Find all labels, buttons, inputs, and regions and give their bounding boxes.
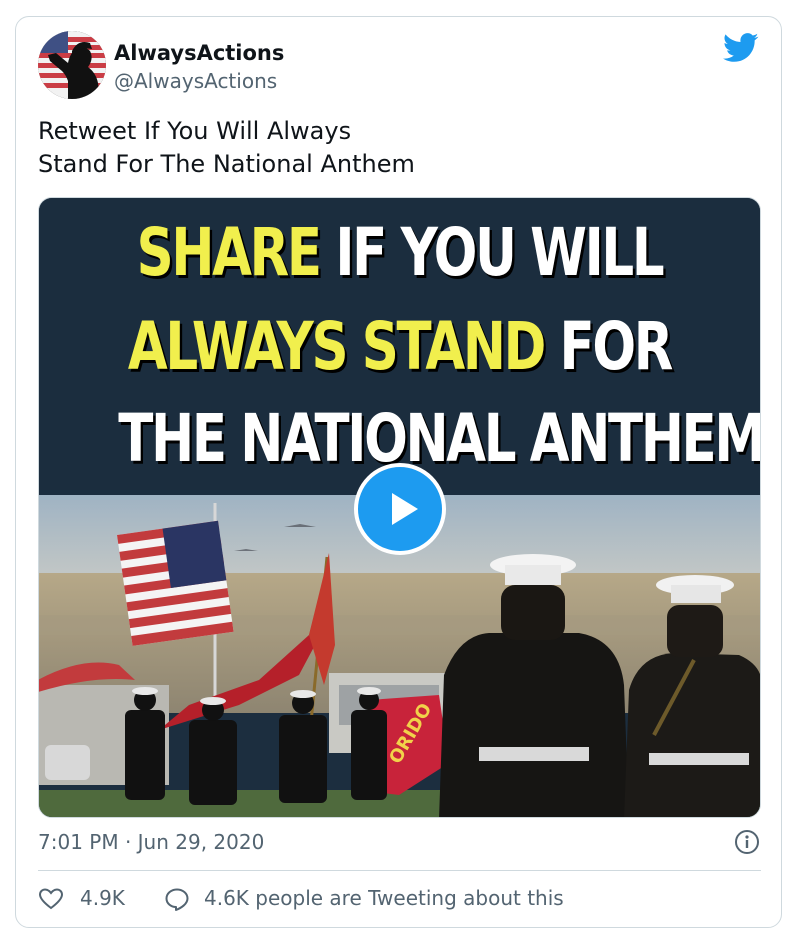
- conversation-action[interactable]: 4.6K people are Tweeting about this: [164, 886, 604, 912]
- headline-highlight: SHARE: [136, 214, 322, 291]
- headline-line-1: SHARE IF YOU WILL: [118, 214, 680, 291]
- video-headline-banner: SHARE IF YOU WILL ALWAYS STAND FOR THE N…: [39, 198, 760, 495]
- heart-icon: [38, 888, 64, 910]
- video-player[interactable]: SHARE IF YOU WILL ALWAYS STAND FOR THE N…: [38, 197, 761, 818]
- info-icon[interactable]: [734, 829, 760, 855]
- headline-line-2: ALWAYS STAND FOR: [118, 308, 680, 385]
- avatar-image: [38, 31, 106, 99]
- divider: [38, 870, 761, 871]
- tweet-timestamp[interactable]: 7:01 PM · Jun 29, 2020: [38, 830, 264, 854]
- tweet-card: AlwaysActions @AlwaysActions Retweet If …: [15, 16, 782, 928]
- tweet-text-line: Retweet If You Will Always: [38, 117, 352, 145]
- play-icon: [392, 493, 418, 525]
- avatar[interactable]: [38, 31, 106, 99]
- author-name[interactable]: AlwaysActions: [114, 41, 284, 65]
- author-handle[interactable]: @AlwaysActions: [114, 69, 277, 93]
- like-count: 4.9K: [80, 886, 125, 910]
- tweet-text-line: Stand For The National Anthem: [38, 150, 415, 178]
- speech-bubble-icon: [165, 888, 189, 911]
- like-action[interactable]: 4.9K: [38, 886, 148, 912]
- headline-highlight: ALWAYS STAND: [127, 308, 546, 385]
- tweet-text: Retweet If You Will Always Stand For The…: [38, 115, 738, 181]
- conversation-text: 4.6K people are Tweeting about this: [204, 886, 564, 910]
- twitter-bird-icon[interactable]: [723, 33, 759, 63]
- headline-text: FOR: [543, 308, 674, 385]
- play-button[interactable]: [354, 463, 446, 555]
- headline-text: IF YOU WILL: [319, 214, 664, 291]
